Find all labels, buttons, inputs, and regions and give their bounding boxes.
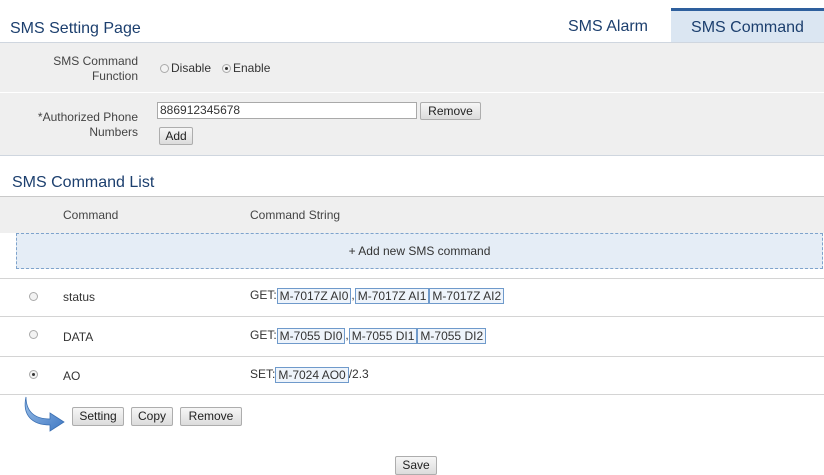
command-item-tag[interactable]: M-7055 DI0: [276, 328, 346, 344]
command-prefix: GET:: [250, 288, 277, 303]
phone-number-input[interactable]: 886912345678: [157, 102, 417, 119]
row-divider: [0, 394, 824, 395]
copy-button[interactable]: Copy: [131, 407, 173, 426]
command-name: status: [63, 290, 96, 304]
list-header-row: [0, 197, 824, 233]
phones-label: *Authorized Phone Numbers: [37, 110, 138, 139]
tab-sms-alarm[interactable]: SMS Alarm: [546, 8, 670, 42]
row-select-radio[interactable]: [29, 292, 38, 301]
header-command-string: Command String: [250, 208, 341, 222]
command-string: SET: M-7024 AO0/2.3: [250, 367, 369, 383]
row-select-radio[interactable]: [29, 330, 38, 339]
command-prefix: SET:: [250, 367, 276, 382]
settings-divider: [0, 155, 824, 156]
row-divider: [0, 278, 824, 279]
save-button[interactable]: Save: [395, 456, 437, 475]
add-phone-button[interactable]: Add: [159, 127, 193, 145]
function-label: SMS Command Function: [53, 54, 138, 83]
radio-disable-label: Disable: [171, 61, 212, 75]
radio-enable-label: Enable: [233, 61, 271, 75]
command-suffix: /2.3: [348, 367, 369, 382]
header-command: Command: [63, 208, 119, 222]
command-string: GET: M-7055 DI0, M-7055 DI1 M-7055 DI2: [250, 328, 487, 344]
remove-command-button[interactable]: Remove: [180, 407, 242, 426]
row-select-radio[interactable]: [29, 370, 38, 379]
command-item-tag[interactable]: M-7024 AO0: [275, 367, 349, 383]
add-sms-command-button[interactable]: + Add new SMS command: [16, 233, 823, 269]
command-item-tag[interactable]: M-7017Z AI0: [276, 288, 352, 304]
command-item-tag[interactable]: M-7017Z AI2: [429, 288, 505, 304]
command-item-tag[interactable]: M-7055 DI1: [348, 328, 418, 344]
command-item-tag[interactable]: M-7017Z AI1: [354, 288, 430, 304]
command-list-title: SMS Command List: [12, 174, 155, 191]
command-name: DATA: [63, 330, 94, 344]
radio-enable[interactable]: [222, 64, 231, 73]
radio-disable[interactable]: [160, 64, 169, 73]
curved-arrow-icon: [24, 396, 65, 432]
row-divider: [0, 316, 824, 317]
command-prefix: GET:: [250, 328, 277, 343]
remove-phone-button[interactable]: Remove: [420, 102, 481, 120]
page-title: SMS Setting Page: [10, 20, 141, 37]
command-string: GET: M-7017Z AI0, M-7017Z AI1 M-7017Z AI2: [250, 288, 505, 304]
command-item-tag[interactable]: M-7055 DI2: [417, 328, 487, 344]
setting-button[interactable]: Setting: [72, 407, 124, 426]
tab-sms-command[interactable]: SMS Command: [671, 8, 824, 42]
command-name: AO: [63, 369, 81, 383]
row-divider: [0, 356, 824, 357]
